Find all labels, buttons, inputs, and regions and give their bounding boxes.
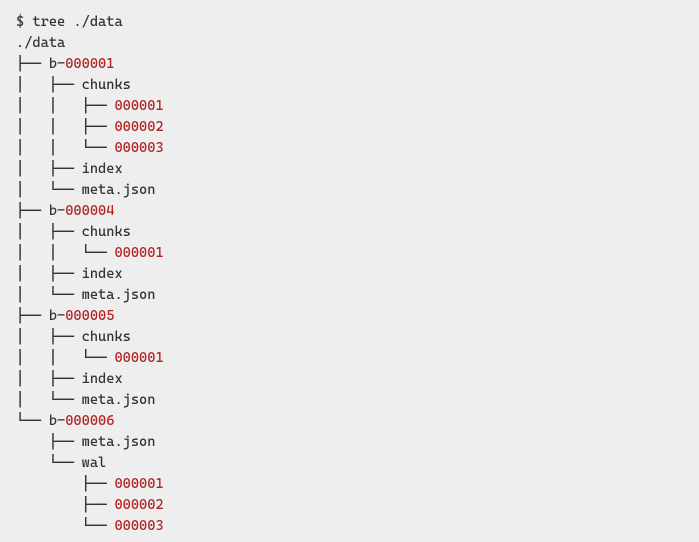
entry-name: index (82, 266, 123, 282)
entry-name: 000004 (65, 203, 114, 219)
tree-line: │ └── meta.json (16, 180, 683, 201)
command-line: $ tree ./data (16, 12, 683, 33)
tree-line: │ └── meta.json (16, 285, 683, 306)
entry-name: 000002 (114, 497, 163, 513)
command-text: tree ./data (32, 14, 122, 30)
tree-branch: ├── (16, 203, 49, 219)
tree-branch: │ ├── (16, 224, 82, 240)
tree-line: ├── meta.json (16, 432, 683, 453)
tree-branch: │ ├── (16, 77, 82, 93)
entry-name: 000003 (114, 518, 163, 534)
tree-line: │ ├── index (16, 264, 683, 285)
entry-name: chunks (82, 77, 131, 93)
tree-line: └── 000003 (16, 516, 683, 537)
tree-line: │ │ └── 000001 (16, 348, 683, 369)
tree-branch: │ ├── (16, 329, 82, 345)
tree-branch: └── (16, 455, 82, 471)
tree-branch: │ │ └── (16, 140, 114, 156)
tree-branch: │ └── (16, 287, 82, 303)
entry-name: 000001 (114, 245, 163, 261)
entry-prefix: b- (49, 308, 65, 324)
entry-name: 000001 (114, 98, 163, 114)
tree-line: │ ├── chunks (16, 75, 683, 96)
tree-line: └── wal (16, 453, 683, 474)
tree-branch: │ ├── (16, 266, 82, 282)
tree-line: │ ├── chunks (16, 222, 683, 243)
entry-prefix: b- (49, 56, 65, 72)
tree-line: │ │ └── 000003 (16, 138, 683, 159)
entry-name: chunks (82, 329, 131, 345)
entry-name: 000005 (65, 308, 114, 324)
tree-branch: │ ├── (16, 161, 82, 177)
tree-line: │ ├── chunks (16, 327, 683, 348)
entry-name: meta.json (82, 392, 156, 408)
entry-name: index (82, 161, 123, 177)
tree-line: ├── b-000004 (16, 201, 683, 222)
entry-name: meta.json (82, 434, 156, 450)
entry-name: 000001 (114, 476, 163, 492)
tree-branch: │ │ └── (16, 245, 114, 261)
tree-line: │ └── meta.json (16, 390, 683, 411)
entry-prefix: b- (49, 413, 65, 429)
tree-line: │ ├── index (16, 159, 683, 180)
entry-name: 000003 (114, 140, 163, 156)
tree-branch: │ │ ├── (16, 119, 114, 135)
tree-branch: ├── (16, 308, 49, 324)
tree-branch: ├── (16, 476, 114, 492)
entry-prefix: b- (49, 203, 65, 219)
entry-name: 000001 (114, 350, 163, 366)
terminal-output: $ tree ./data ./data ├── b-000001│ ├── c… (16, 12, 683, 537)
tree-branch: │ ├── (16, 371, 82, 387)
tree-branch: └── (16, 518, 114, 534)
tree-line: │ ├── index (16, 369, 683, 390)
tree-branch: └── (16, 413, 49, 429)
tree-line: ├── 000001 (16, 474, 683, 495)
shell-prompt: $ (16, 14, 32, 30)
tree-branch: │ └── (16, 182, 82, 198)
entry-name: chunks (82, 224, 131, 240)
entry-name: wal (82, 455, 107, 471)
tree-line: │ │ ├── 000001 (16, 96, 683, 117)
tree-branch: │ │ └── (16, 350, 114, 366)
tree-line: │ │ ├── 000002 (16, 117, 683, 138)
entry-name: 000006 (65, 413, 114, 429)
tree-line: └── b-000006 (16, 411, 683, 432)
tree-body: ├── b-000001│ ├── chunks│ │ ├── 000001│ … (16, 54, 683, 537)
tree-line: │ │ └── 000001 (16, 243, 683, 264)
tree-branch: ├── (16, 497, 114, 513)
entry-name: 000002 (114, 119, 163, 135)
tree-branch: ├── (16, 56, 49, 72)
tree-branch: │ └── (16, 392, 82, 408)
tree-branch: │ │ ├── (16, 98, 114, 114)
tree-line: ├── b-000005 (16, 306, 683, 327)
root-path: ./data (16, 33, 683, 54)
tree-line: ├── 000002 (16, 495, 683, 516)
tree-branch: ├── (16, 434, 82, 450)
tree-line: ├── b-000001 (16, 54, 683, 75)
entry-name: meta.json (82, 182, 156, 198)
entry-name: meta.json (82, 287, 156, 303)
entry-name: index (82, 371, 123, 387)
entry-name: 000001 (65, 56, 114, 72)
